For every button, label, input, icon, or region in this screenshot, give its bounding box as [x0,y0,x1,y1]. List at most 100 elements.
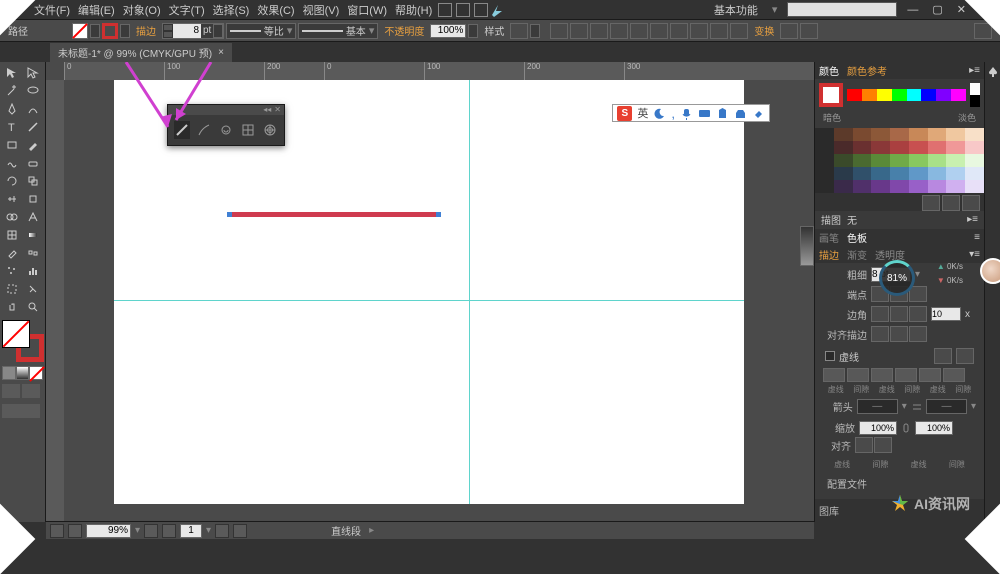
ime-toolbar[interactable]: S 英 , [612,104,770,122]
hue-spectrum[interactable] [847,89,966,101]
gap-input-3[interactable] [943,368,965,382]
opacity-link[interactable]: 不透明度 [380,23,428,38]
swatch-cell[interactable] [834,128,853,141]
curvature-tool[interactable] [23,100,44,118]
swatch-lib-button[interactable] [962,195,980,211]
fill-indicator[interactable] [2,320,30,348]
swatch-cell[interactable] [909,167,928,180]
guide-horizontal[interactable] [114,300,744,301]
user-avatar[interactable] [980,258,1000,284]
selected-line-segment[interactable] [229,212,439,217]
swatch-cell[interactable] [853,180,872,193]
corner-miter-button[interactable] [871,306,889,322]
swatch-cell[interactable] [871,128,890,141]
tab-color[interactable]: 颜色 [819,63,839,78]
swatch-cell[interactable] [909,141,928,154]
black-swatch[interactable] [970,95,980,107]
align-inside-button[interactable] [890,326,908,342]
prev-artboard-button[interactable] [68,524,82,538]
menu-effect[interactable]: 效果(C) [253,2,298,18]
swatch-cell[interactable] [965,180,984,193]
link-scale-icon[interactable] [901,422,911,434]
swatch-cell[interactable] [909,180,928,193]
recolor-button[interactable] [550,23,568,39]
swatch-cell[interactable] [946,141,965,154]
swatch-cell[interactable] [890,154,909,167]
corner-round-button[interactable] [890,306,908,322]
swatch-cell[interactable] [946,180,965,193]
artboard-number-input[interactable] [180,524,202,538]
ime-toolbox-icon[interactable] [734,107,747,120]
scale-tool[interactable] [23,172,44,190]
spade-icon[interactable] [987,66,999,78]
stroke-dropdown-icon[interactable] [120,24,130,38]
ime-settings-icon[interactable] [752,107,765,120]
swatch-cell[interactable] [853,128,872,141]
fill-dropdown-icon[interactable] [90,24,100,38]
dash-checkbox[interactable] [825,351,835,361]
tab-close-icon[interactable]: × [218,47,224,58]
white-swatch[interactable] [970,83,980,95]
align-button-3[interactable] [610,23,628,39]
scale-start-input[interactable] [859,421,897,435]
stroke-link[interactable]: 描边 [132,23,160,38]
align-button-7[interactable] [690,23,708,39]
dash-align-2-button[interactable] [956,348,974,364]
menu-select[interactable]: 选择(S) [209,2,254,18]
column-graph-tool[interactable] [23,262,44,280]
document-tab[interactable]: 未标题-1* @ 99% (CMYK/GPU 预) × [50,43,232,62]
dash-input-3[interactable] [919,368,941,382]
width-tool[interactable] [2,190,23,208]
swatch-cell[interactable] [928,141,947,154]
swatch-cell[interactable] [834,141,853,154]
maximize-icon[interactable]: ▢ [928,3,946,16]
tab-gradient[interactable]: 渐变 [847,247,867,262]
swatch-cell[interactable] [815,128,834,141]
stroke-width-input[interactable] [173,24,201,38]
align-button-2[interactable] [590,23,608,39]
panel-menu-icon[interactable]: ≡ [974,232,980,243]
ime-comma-icon[interactable]: , [671,106,675,121]
swatch-cell[interactable] [871,154,890,167]
eraser-tool[interactable] [23,154,44,172]
paintbrush-tool[interactable] [23,136,44,154]
arrow-align-2-button[interactable] [874,437,892,453]
dash-input-1[interactable] [823,368,845,382]
swatch-cell[interactable] [946,154,965,167]
panel-menu-icon[interactable]: ▸≡ [969,65,980,76]
zoom-select[interactable] [86,524,131,538]
dash-align-1-button[interactable] [934,348,952,364]
gradient-tool[interactable] [23,226,44,244]
draw-behind-button[interactable] [22,384,40,398]
color-mode-gradient[interactable] [16,366,30,380]
magic-wand-tool[interactable] [2,82,23,100]
tab-color-guide[interactable]: 颜色参考 [847,63,887,78]
close-icon[interactable]: ✕ [953,3,970,16]
swatch-cell[interactable] [834,154,853,167]
arrange-icon[interactable] [474,3,488,17]
isolate-button[interactable] [780,23,798,39]
swatch-cell[interactable] [834,180,853,193]
align-button-9[interactable] [730,23,748,39]
gap-input-2[interactable] [895,368,917,382]
swatch-cell[interactable] [853,154,872,167]
arrowhead-end-select[interactable]: — [926,399,967,414]
swatch-cell[interactable] [965,128,984,141]
rotate-tool[interactable] [2,172,23,190]
swatch-cell[interactable] [815,180,834,193]
swatch-cell[interactable] [815,154,834,167]
lasso-tool[interactable] [23,82,44,100]
swatch-cell[interactable] [871,141,890,154]
opacity-input[interactable] [430,24,466,38]
stroke-width-dropdown-icon[interactable] [213,24,223,38]
guide-vertical[interactable] [469,80,470,504]
hand-tool[interactable] [2,298,23,316]
swatch-cell[interactable] [871,167,890,180]
symbol-sprayer-tool[interactable] [2,262,23,280]
fill-swatch[interactable] [72,23,88,39]
ime-lang[interactable]: 英 [637,105,648,121]
gap-input-1[interactable] [847,368,869,382]
menu-object[interactable]: 对象(O) [119,2,165,18]
shape-builder-tool[interactable] [2,208,23,226]
zoom-tool[interactable] [23,298,44,316]
